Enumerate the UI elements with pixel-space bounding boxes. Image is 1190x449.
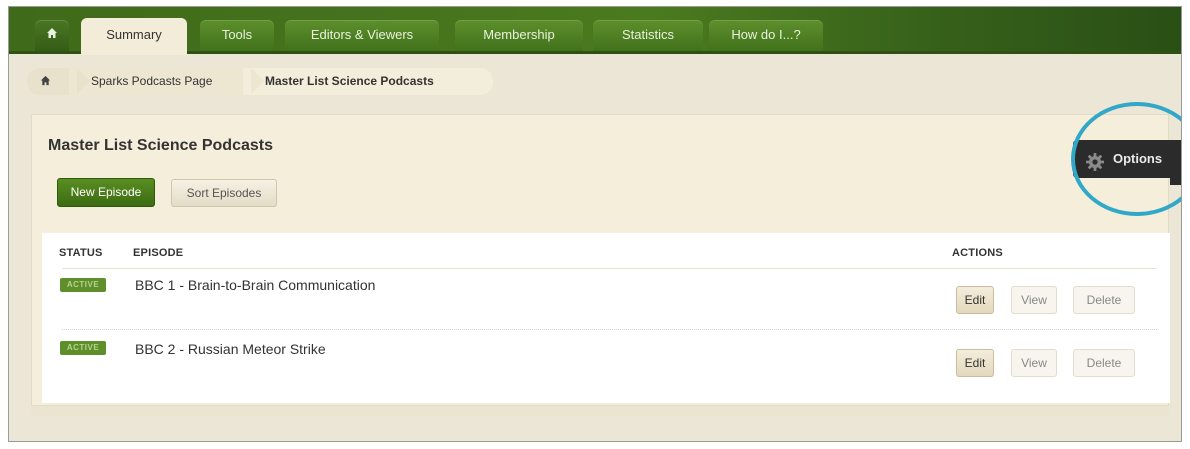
nav-home-tab[interactable] — [35, 20, 69, 54]
breadcrumb-label: Master List Science Podcasts — [265, 74, 434, 88]
breadcrumb-item-current: Master List Science Podcasts — [243, 68, 493, 95]
tab-membership[interactable]: Membership — [455, 20, 583, 54]
episode-title[interactable]: BBC 1 - Brain-to-Brain Communication — [135, 277, 375, 293]
header-divider — [62, 268, 1157, 269]
sort-episodes-button[interactable]: Sort Episodes — [171, 179, 277, 207]
content-panel: Master List Science Podcasts New Episode… — [31, 114, 1170, 406]
home-icon — [46, 20, 58, 50]
tab-statistics[interactable]: Statistics — [593, 20, 703, 54]
app-window: Summary Tools Editors & Viewers Membersh… — [8, 6, 1182, 442]
view-button[interactable]: View — [1011, 349, 1057, 377]
tab-editors-viewers[interactable]: Editors & Viewers — [285, 20, 439, 54]
column-header-episode: EPISODE — [133, 247, 184, 259]
delete-button[interactable]: Delete — [1073, 286, 1135, 314]
view-button[interactable]: View — [1011, 286, 1057, 314]
tab-label: How do I...? — [731, 27, 801, 42]
breadcrumb-label: Sparks Podcasts Page — [91, 74, 213, 88]
edit-button[interactable]: Edit — [956, 286, 994, 314]
page-title: Master List Science Podcasts — [48, 137, 273, 154]
column-header-actions: ACTIONS — [952, 247, 1003, 259]
status-badge: ACTIVE — [60, 278, 106, 292]
tab-summary[interactable]: Summary — [81, 18, 187, 55]
tab-label: Editors & Viewers — [310, 27, 414, 42]
tab-label: Summary — [106, 27, 162, 42]
breadcrumb-item-sparks-podcasts-page[interactable]: Sparks Podcasts Page — [69, 68, 264, 95]
tab-tools[interactable]: Tools — [200, 20, 274, 54]
home-icon — [40, 74, 51, 88]
tab-how-do-i[interactable]: How do I...? — [709, 20, 823, 54]
episodes-table: STATUS EPISODE ACTIONS ACTIVE BBC 1 - Br… — [42, 233, 1170, 403]
tab-label: Tools — [221, 27, 253, 42]
edit-button[interactable]: Edit — [956, 349, 994, 377]
row-divider — [62, 329, 1157, 330]
tab-label: Membership — [483, 27, 555, 42]
status-badge: ACTIVE — [60, 341, 106, 355]
panel-footer — [31, 406, 1169, 416]
tab-label: Statistics — [621, 27, 674, 42]
new-episode-button[interactable]: New Episode — [57, 178, 155, 207]
top-nav: Summary Tools Editors & Viewers Membersh… — [9, 7, 1181, 55]
column-header-status: STATUS — [59, 247, 103, 259]
episode-title[interactable]: BBC 2 - Russian Meteor Strike — [135, 341, 326, 357]
delete-button[interactable]: Delete — [1073, 349, 1135, 377]
